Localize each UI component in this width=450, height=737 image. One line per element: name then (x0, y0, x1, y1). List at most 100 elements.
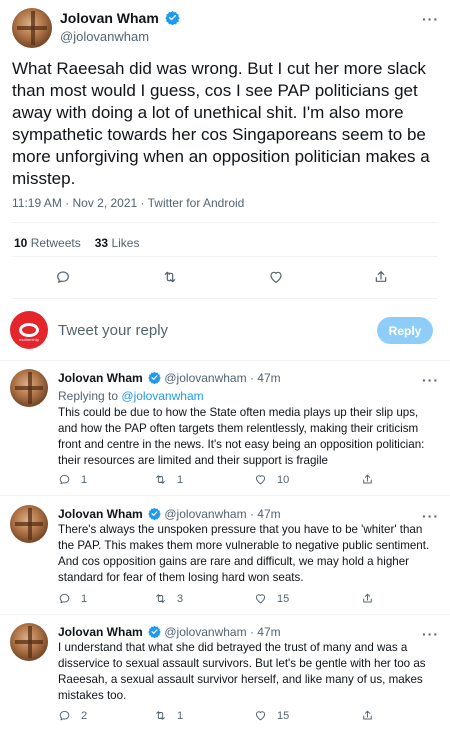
more-icon[interactable]: ··· (422, 509, 439, 523)
reply-timestamp[interactable]: 47m (257, 507, 280, 521)
reply-button[interactable]: 1 (58, 473, 87, 486)
reply-author-name[interactable]: Jolovan Wham (58, 371, 143, 385)
reply-actions: 1 3 15 (58, 592, 438, 608)
verified-badge-icon (148, 371, 161, 384)
divider (12, 256, 438, 257)
heart-icon (255, 711, 266, 721)
reply-text: I understand that what she did betrayed … (58, 641, 426, 702)
heart-icon (270, 271, 282, 283)
retweet-count: 1 (177, 473, 184, 486)
replying-to-link[interactable]: @jolovanwham (121, 389, 203, 403)
tweet-meta: 11:19 AM · Nov 2, 2021 · Twitter for And… (12, 196, 245, 210)
share-button[interactable] (361, 709, 374, 722)
retweet-count: 1 (177, 709, 184, 722)
reply-author-avatar[interactable] (10, 369, 48, 407)
reply-author-name[interactable]: Jolovan Wham (58, 625, 143, 639)
separator-dot: · (249, 371, 254, 385)
verified-badge-icon (148, 507, 161, 520)
comment-icon (57, 271, 69, 283)
reply-actions: 2 1 15 (58, 709, 438, 725)
reply-author-avatar[interactable] (10, 505, 48, 543)
reply-count: 1 (81, 473, 88, 486)
reply-author-handle[interactable]: @jolovanwham (164, 371, 246, 385)
reply-input[interactable]: Tweet your reply (58, 322, 168, 339)
share-button[interactable] (373, 269, 389, 285)
more-icon[interactable]: ··· (422, 12, 439, 26)
like-count: 15 (277, 592, 290, 605)
likes-stat[interactable]: 33 Likes (95, 236, 140, 250)
reply-button[interactable]: 1 (58, 592, 87, 605)
reply-button[interactable]: 2 (58, 709, 87, 722)
reply-submit-button[interactable]: Reply (377, 317, 433, 344)
retweet-button[interactable]: 3 (154, 592, 183, 605)
share-icon (363, 710, 372, 720)
avatar-logo-text: mothership (19, 337, 39, 342)
comment-icon (59, 474, 70, 485)
author-name-row[interactable]: Jolovan Wham (60, 10, 180, 26)
separator-dot: · (249, 625, 254, 639)
retweet-icon (156, 475, 165, 484)
verified-badge-icon (148, 625, 161, 638)
reply-actions: 1 1 10 (58, 473, 438, 489)
heart-icon (255, 594, 266, 604)
avatar-logo (19, 323, 39, 337)
replying-to-prefix: Replying to (58, 389, 119, 403)
retweet-icon (156, 594, 165, 603)
divider (0, 614, 450, 615)
like-button[interactable]: 15 (254, 709, 289, 722)
tweet-text: What Raeesah did was wrong. But I cut he… (12, 59, 430, 188)
reply-timestamp[interactable]: 47m (257, 625, 280, 639)
retweet-icon (156, 711, 165, 720)
reply-header: Jolovan Wham @jolovanwham · 47m (58, 507, 281, 521)
reply-author-avatar[interactable] (10, 623, 48, 661)
author-name[interactable]: Jolovan Wham (60, 10, 159, 26)
like-button[interactable] (268, 269, 284, 285)
author-handle[interactable]: @jolovanwham (60, 29, 149, 44)
like-button[interactable]: 10 (254, 473, 289, 486)
retweet-button[interactable]: 1 (154, 709, 183, 722)
reply-count: 1 (81, 592, 88, 605)
comment-icon (59, 710, 70, 721)
reply-count: 2 (81, 709, 88, 722)
comment-icon (59, 593, 70, 604)
retweets-count: 10 (14, 236, 28, 250)
share-icon (363, 593, 372, 603)
reply-header: Jolovan Wham @jolovanwham · 47m (58, 625, 281, 639)
tweet-stats: 10 Retweets 33 Likes (14, 236, 139, 250)
divider (12, 298, 438, 299)
reply-author-handle[interactable]: @jolovanwham (164, 625, 246, 639)
retweet-icon (164, 271, 176, 283)
retweet-count: 3 (177, 592, 184, 605)
retweets-label: Retweets (30, 236, 81, 250)
heart-icon (255, 475, 266, 485)
likes-label: Likes (111, 236, 140, 250)
replying-to: Replying to @jolovanwham (58, 389, 204, 403)
share-icon (363, 474, 372, 484)
divider (0, 495, 450, 496)
share-icon (375, 271, 387, 282)
more-icon[interactable]: ··· (422, 373, 439, 387)
reply-author-handle[interactable]: @jolovanwham (164, 507, 246, 521)
retweet-button[interactable] (162, 269, 178, 285)
author-avatar[interactable] (12, 8, 52, 48)
like-button[interactable]: 15 (254, 592, 289, 605)
retweet-button[interactable]: 1 (154, 473, 183, 486)
reply-text: There's always the unspoken pressure tha… (58, 523, 430, 584)
like-count: 15 (277, 709, 290, 722)
reply-author-name[interactable]: Jolovan Wham (58, 507, 143, 521)
reply-button[interactable] (55, 269, 71, 285)
separator-dot: · (249, 507, 254, 521)
user-avatar[interactable]: mothership (10, 311, 48, 349)
likes-count: 33 (94, 236, 109, 250)
retweets-stat[interactable]: 10 Retweets (14, 236, 81, 250)
share-button[interactable] (361, 592, 374, 605)
divider (0, 360, 450, 361)
reply-timestamp[interactable]: 47m (257, 371, 280, 385)
share-button[interactable] (361, 473, 374, 486)
more-icon[interactable]: ··· (422, 627, 439, 641)
reply-header: Jolovan Wham @jolovanwham · 47m (58, 371, 281, 385)
divider (12, 222, 438, 223)
reply-text: This could be due to how the State often… (58, 406, 425, 467)
like-count: 10 (277, 473, 290, 486)
tweet-actions (0, 269, 450, 289)
